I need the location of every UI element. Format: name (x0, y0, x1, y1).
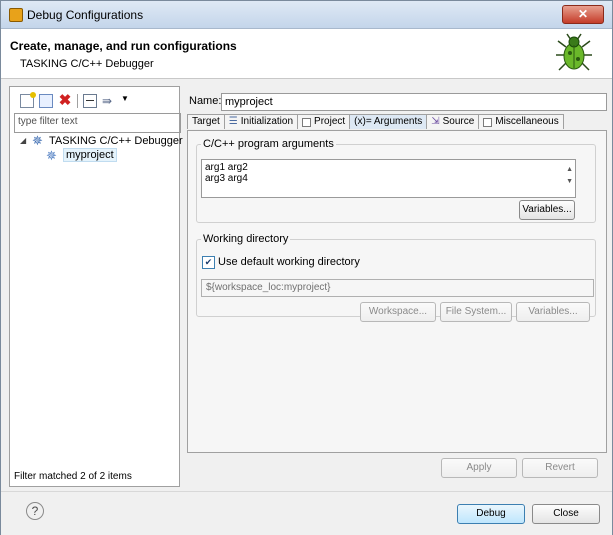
miscellaneous-icon (483, 117, 493, 127)
toolbar-separator (77, 94, 78, 108)
working-directory-label: Working directory (201, 233, 291, 245)
banner-subtitle: TASKING C/C++ Debugger (20, 58, 154, 70)
program-arguments-label: C/C++ program arguments (201, 138, 336, 150)
tab-label: Target (192, 116, 220, 127)
name-field[interactable]: myproject (221, 93, 607, 111)
tab-label: Miscellaneous (495, 116, 559, 127)
tree-item-myproject[interactable]: ✵ myproject (46, 148, 117, 162)
help-icon[interactable]: ? (26, 502, 44, 520)
apply-button[interactable]: Apply (441, 458, 517, 478)
textarea-scrollbar[interactable]: ▲ ▼ (566, 164, 573, 188)
launch-configuration-icon: ✵ (46, 147, 57, 163)
close-window-button[interactable]: ✕ (562, 5, 604, 24)
collapse-all-icon[interactable] (83, 94, 97, 108)
working-directory-variables-button[interactable]: Variables... (516, 302, 590, 322)
arguments-tab-content: C/C++ program arguments arg1 arg2 arg3 a… (187, 130, 607, 453)
use-default-dir-checkbox[interactable]: ✔ (202, 256, 215, 269)
program-arguments-textarea[interactable]: arg1 arg2 arg3 arg4 ▲ ▼ (201, 159, 576, 198)
filter-status: Filter matched 2 of 2 items (14, 471, 132, 482)
argument-line: arg1 arg2 (205, 162, 248, 173)
tree-item-label: myproject (63, 148, 117, 162)
tree-item-tasking-debugger[interactable]: ◢ ✵ TASKING C/C++ Debugger (20, 134, 183, 147)
use-default-dir-label: Use default working directory (218, 256, 360, 268)
tab-source[interactable]: ⇲ Source (426, 114, 480, 129)
filter-menu-chevron-icon[interactable]: ▼ (121, 94, 129, 108)
tab-project[interactable]: Project (297, 114, 351, 129)
workspace-button[interactable]: Workspace... (360, 302, 436, 322)
filter-input[interactable]: type filter text (14, 113, 181, 133)
filter-icon[interactable]: ⇛ (102, 94, 116, 108)
tab-miscellaneous[interactable]: Miscellaneous (478, 114, 564, 129)
tab-label: Initialization (240, 116, 294, 127)
tree-item-label: TASKING C/C++ Debugger (49, 134, 183, 147)
debugger-type-icon: ✵ (32, 133, 43, 148)
name-label: Name: (189, 95, 222, 107)
file-system-button[interactable]: File System... (440, 302, 512, 322)
source-icon: ⇲ (431, 116, 440, 127)
tab-initialization[interactable]: ☰ Initialization (223, 114, 299, 129)
expand-arrow-icon[interactable]: ◢ (20, 136, 28, 145)
working-directory-group: Working directory ✔ Use default working … (196, 233, 596, 322)
tab-target[interactable]: Target (187, 114, 225, 129)
left-toolbar: ✖ ⇛ ▼ (20, 92, 129, 109)
initialization-icon: ☰ (228, 116, 238, 127)
working-directory-field[interactable]: ${workspace_loc:myproject} (201, 279, 594, 297)
tab-arguments[interactable]: (x)= Arguments (349, 114, 428, 129)
app-icon (9, 8, 23, 22)
argument-line: arg3 arg4 (205, 173, 248, 184)
duplicate-configuration-icon[interactable] (39, 94, 53, 108)
dialog-banner: Create, manage, and run configurations T… (1, 29, 612, 79)
debug-button[interactable]: Debug (457, 504, 525, 524)
banner-heading: Create, manage, and run configurations (10, 39, 237, 53)
title-bar: Debug Configurations ✕ (1, 1, 612, 29)
configuration-editor: Name: myproject Target ☰ Initialization P… (183, 86, 610, 485)
debug-configurations-window: Debug Configurations ✕ Create, manage, a… (0, 0, 613, 535)
new-configuration-icon[interactable] (20, 92, 36, 108)
program-arguments-variables-button[interactable]: Variables... (519, 200, 575, 220)
delete-configuration-icon[interactable]: ✖ (58, 93, 72, 108)
tab-label: Source (442, 116, 475, 127)
window-title: Debug Configurations (27, 8, 144, 22)
revert-button[interactable]: Revert (522, 458, 598, 478)
program-arguments-group: C/C++ program arguments arg1 arg2 arg3 a… (196, 138, 596, 223)
bug-icon (556, 33, 592, 71)
dialog-footer: ? Debug Close (1, 491, 612, 535)
close-button[interactable]: Close (532, 504, 600, 524)
project-icon (302, 117, 312, 127)
config-tabs: Target ☰ Initialization Project (x)= Argu… (187, 114, 564, 130)
tab-label: Project (314, 116, 346, 127)
configuration-list-panel: ✖ ⇛ ▼ type filter text ◢ ✵ TASKING C/C++… (9, 86, 183, 487)
tab-label: (x)= Arguments (354, 116, 423, 127)
